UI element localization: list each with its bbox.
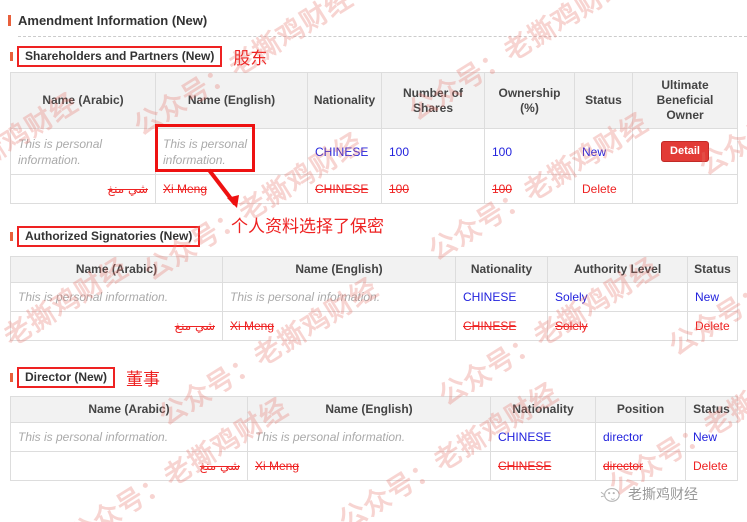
- table-row: شي منغ Xi Meng CHINESE 100 100 Delete: [10, 174, 738, 204]
- col-name-english: Name (English): [222, 256, 456, 283]
- shareholders-heading-row: Shareholders and Partners (New) 股东: [10, 44, 267, 69]
- col-ultimate-beneficial-owner: Ultimate Beneficial Owner: [632, 72, 738, 129]
- cell-nationality: CHINESE: [455, 311, 548, 341]
- table-row: This is personal information. This is pe…: [10, 282, 738, 312]
- section-bullet-icon: [8, 15, 11, 26]
- col-name-arabic: Name (Arabic): [10, 72, 156, 129]
- cell-number-of-shares: 100: [381, 174, 485, 204]
- cell-status: Delete: [687, 311, 738, 341]
- cell-name-english: Xi Meng: [155, 174, 308, 204]
- subsection-bullet-icon: [10, 52, 13, 61]
- cell-ownership-pct: 100: [484, 174, 575, 204]
- cell-status: Delete: [685, 451, 738, 481]
- cell-nationality: CHINESE: [307, 174, 382, 204]
- table-row: شي منغ Xi Meng CHINESE Solely Delete: [10, 311, 738, 341]
- signatories-heading-label: Authorized Signatories (New): [25, 229, 193, 243]
- cell-ultimate-beneficial-owner: [632, 174, 738, 204]
- shareholders-annotation: 股东: [233, 49, 268, 69]
- shareholders-table: Name (Arabic) Name (English) Nationality…: [10, 72, 738, 204]
- directors-table: Name (Arabic) Name (English) Nationality…: [10, 396, 738, 481]
- col-number-of-shares: Number of Shares: [381, 72, 485, 129]
- col-name-english: Name (English): [155, 72, 308, 129]
- col-position: Position: [595, 396, 686, 423]
- col-nationality: Nationality: [455, 256, 548, 283]
- signatories-heading-row: Authorized Signatories (New): [10, 226, 201, 247]
- cell-position: director: [595, 451, 686, 481]
- col-status: Status: [687, 256, 738, 283]
- directors-annotation: 董事: [126, 370, 161, 390]
- cell-authority-level: Solely: [547, 311, 688, 341]
- cell-nationality: CHINESE: [307, 128, 382, 175]
- directors-heading-label: Director (New): [25, 370, 108, 384]
- cell-name-english: This is personal information.: [155, 128, 308, 175]
- table-row: This is personal information. This is pe…: [10, 422, 738, 452]
- col-nationality: Nationality: [307, 72, 382, 129]
- col-name-arabic: Name (Arabic): [10, 396, 248, 423]
- cell-status: New: [687, 282, 738, 312]
- col-authority-level: Authority Level: [547, 256, 688, 283]
- col-name-english: Name (English): [247, 396, 491, 423]
- cell-status: Delete: [574, 174, 633, 204]
- cell-name-arabic: شي منغ: [10, 311, 223, 341]
- cell-nationality: CHINESE: [490, 422, 596, 452]
- privacy-annotation: 个人资料选择了保密: [231, 217, 384, 237]
- cell-name-arabic: شي منغ: [10, 451, 248, 481]
- shareholders-heading-box: Shareholders and Partners (New): [17, 46, 223, 67]
- col-nationality: Nationality: [490, 396, 596, 423]
- table-header-row: Name (Arabic) Name (English) Nationality…: [10, 256, 738, 283]
- shareholders-heading-label: Shareholders and Partners (New): [25, 49, 215, 63]
- cell-name-english: Xi Meng: [247, 451, 491, 481]
- directors-heading-row: Director (New) 董事: [10, 365, 160, 390]
- cell-name-english: Xi Meng: [222, 311, 456, 341]
- cell-nationality: CHINESE: [455, 282, 548, 312]
- cell-nationality: CHINESE: [490, 451, 596, 481]
- cell-name-english: This is personal information.: [247, 422, 491, 452]
- subsection-bullet-icon: [10, 232, 13, 241]
- directors-heading-box: Director (New): [17, 367, 116, 388]
- detail-button[interactable]: Detail: [661, 141, 709, 162]
- cell-name-arabic: This is personal information.: [10, 282, 223, 312]
- amendment-information-section-header: Amendment Information (New): [8, 13, 207, 28]
- col-name-arabic: Name (Arabic): [10, 256, 223, 283]
- cell-ultimate-beneficial-owner: Detail: [632, 128, 738, 175]
- cell-number-of-shares: 100: [381, 128, 485, 175]
- col-ownership-pct: Ownership (%): [484, 72, 575, 129]
- signatories-heading-box: Authorized Signatories (New): [17, 226, 201, 247]
- col-status: Status: [685, 396, 738, 423]
- table-row: شي منغ Xi Meng CHINESE director Delete: [10, 451, 738, 481]
- page-title: Amendment Information (New): [18, 13, 208, 28]
- table-header-row: Name (Arabic) Name (English) Nationality…: [10, 72, 738, 129]
- cell-authority-level: Solely: [547, 282, 688, 312]
- cell-name-arabic: This is personal information.: [10, 128, 156, 175]
- table-header-row: Name (Arabic) Name (English) Nationality…: [10, 396, 738, 423]
- cell-name-english: This is personal information.: [222, 282, 456, 312]
- cell-status: New: [574, 128, 633, 175]
- subsection-bullet-icon: [10, 373, 13, 382]
- cell-status: New: [685, 422, 738, 452]
- brand-logo: 老撕鸡财经: [600, 484, 698, 504]
- chick-logo-icon: [600, 488, 620, 502]
- section-divider: [18, 36, 747, 37]
- cell-name-arabic: شي منغ: [10, 174, 156, 204]
- cell-name-arabic: This is personal information.: [10, 422, 248, 452]
- brand-name: 老撕鸡财经: [628, 487, 698, 503]
- col-status: Status: [574, 72, 633, 129]
- cell-position: director: [595, 422, 686, 452]
- cell-ownership-pct: 100: [484, 128, 575, 175]
- signatories-table: Name (Arabic) Name (English) Nationality…: [10, 256, 738, 341]
- table-row: This is personal information. This is pe…: [10, 128, 738, 175]
